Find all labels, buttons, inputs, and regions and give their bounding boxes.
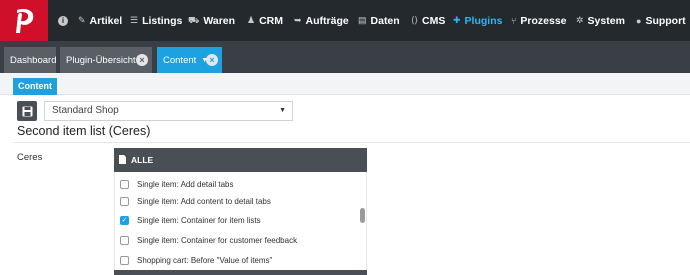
list-header[interactable]: ALLE xyxy=(114,148,367,172)
scrollbar-thumb[interactable] xyxy=(360,208,365,223)
checkbox-checked[interactable]: ✓ xyxy=(120,216,129,225)
checkbox[interactable] xyxy=(120,256,129,265)
nav-listings[interactable]: ☰ Listings xyxy=(130,0,188,41)
nav-info[interactable]: i xyxy=(48,0,78,41)
database-icon: ▤ xyxy=(358,15,367,25)
close-icon[interactable]: × xyxy=(206,54,218,66)
plentymarkets-logo[interactable] xyxy=(0,0,48,41)
tab-plugin-uebersicht[interactable]: Plugin-Übersicht▼ × xyxy=(60,47,152,73)
nav-system[interactable]: ✲ System xyxy=(576,0,636,41)
list-icon: ☰ xyxy=(130,15,139,25)
nav-cms[interactable]: ⟨⟩ CMS xyxy=(411,0,453,41)
puzzle-icon: ✚ xyxy=(453,15,461,25)
nav-support[interactable]: ● Support xyxy=(636,0,690,41)
nav-artikel[interactable]: ✎ Artikel xyxy=(78,0,130,41)
container-list: Single item: Add detail tabs Single item… xyxy=(114,172,367,270)
list-item[interactable]: Single item: Add detail tabs xyxy=(120,180,234,189)
nav-prozesse[interactable]: ⑂ Prozesse xyxy=(511,0,576,41)
close-icon[interactable]: × xyxy=(136,54,148,66)
tab-content[interactable]: Content ▼ × xyxy=(157,47,222,73)
gear-icon: ✲ xyxy=(576,15,584,25)
main-menu: i ✎ Artikel ☰ Listings ⛟ Waren ♟ CRM ➥ Aufträ… xyxy=(48,0,690,41)
shop-select-dropdown[interactable]: Standard Shop ▼ xyxy=(44,101,293,121)
row-label: Ceres xyxy=(17,152,43,163)
sitemap-icon: ⑂ xyxy=(511,15,517,26)
tab-dashboard[interactable]: Dashboard▼ xyxy=(4,47,68,73)
list-item[interactable]: Single item: Add content to detail tabs xyxy=(120,197,271,206)
code-icon: ⟨⟩ xyxy=(411,15,419,25)
list-item[interactable]: Shopping cart: Before "Value of items" xyxy=(120,256,272,265)
users-icon: ♟ xyxy=(247,15,256,25)
nav-plugins[interactable]: ✚ Plugins xyxy=(453,0,511,41)
list-footer xyxy=(114,270,367,275)
info-icon: i xyxy=(58,15,68,26)
tab-bar: Dashboard▼ Plugin-Übersicht▼ × Content▼ … xyxy=(0,41,690,73)
sub-tab-bar: Content xyxy=(0,73,690,95)
checkbox[interactable] xyxy=(120,180,129,189)
cart-icon: ⛟ xyxy=(188,14,200,25)
subtab-content[interactable]: Content xyxy=(13,78,57,95)
list-item[interactable]: ✓ Single item: Container for item lists xyxy=(120,216,261,225)
nav-auftraege[interactable]: ➥ Aufträge xyxy=(294,0,358,41)
document-icon xyxy=(119,154,126,166)
top-navigation-bar: i ✎ Artikel ☰ Listings ⛟ Waren ♟ CRM ➥ Aufträ… xyxy=(0,0,690,41)
nav-waren[interactable]: ⛟ Waren xyxy=(188,0,247,41)
floppy-disk-icon xyxy=(22,106,32,116)
nav-crm[interactable]: ♟ CRM xyxy=(247,0,294,41)
truck-icon: ➥ xyxy=(294,15,302,25)
checkbox[interactable] xyxy=(120,236,129,245)
tag-icon: ✎ xyxy=(78,15,86,25)
save-button[interactable] xyxy=(17,101,37,121)
divider xyxy=(13,142,690,143)
chevron-down-icon: ▼ xyxy=(279,107,286,114)
user-icon: ● xyxy=(636,15,642,26)
list-item[interactable]: Single item: Container for customer feed… xyxy=(120,236,297,245)
page-title: Second item list (Ceres) xyxy=(17,124,151,138)
checkbox[interactable] xyxy=(120,197,129,206)
logo-p-icon xyxy=(16,8,34,33)
nav-daten[interactable]: ▤ Daten xyxy=(358,0,411,41)
